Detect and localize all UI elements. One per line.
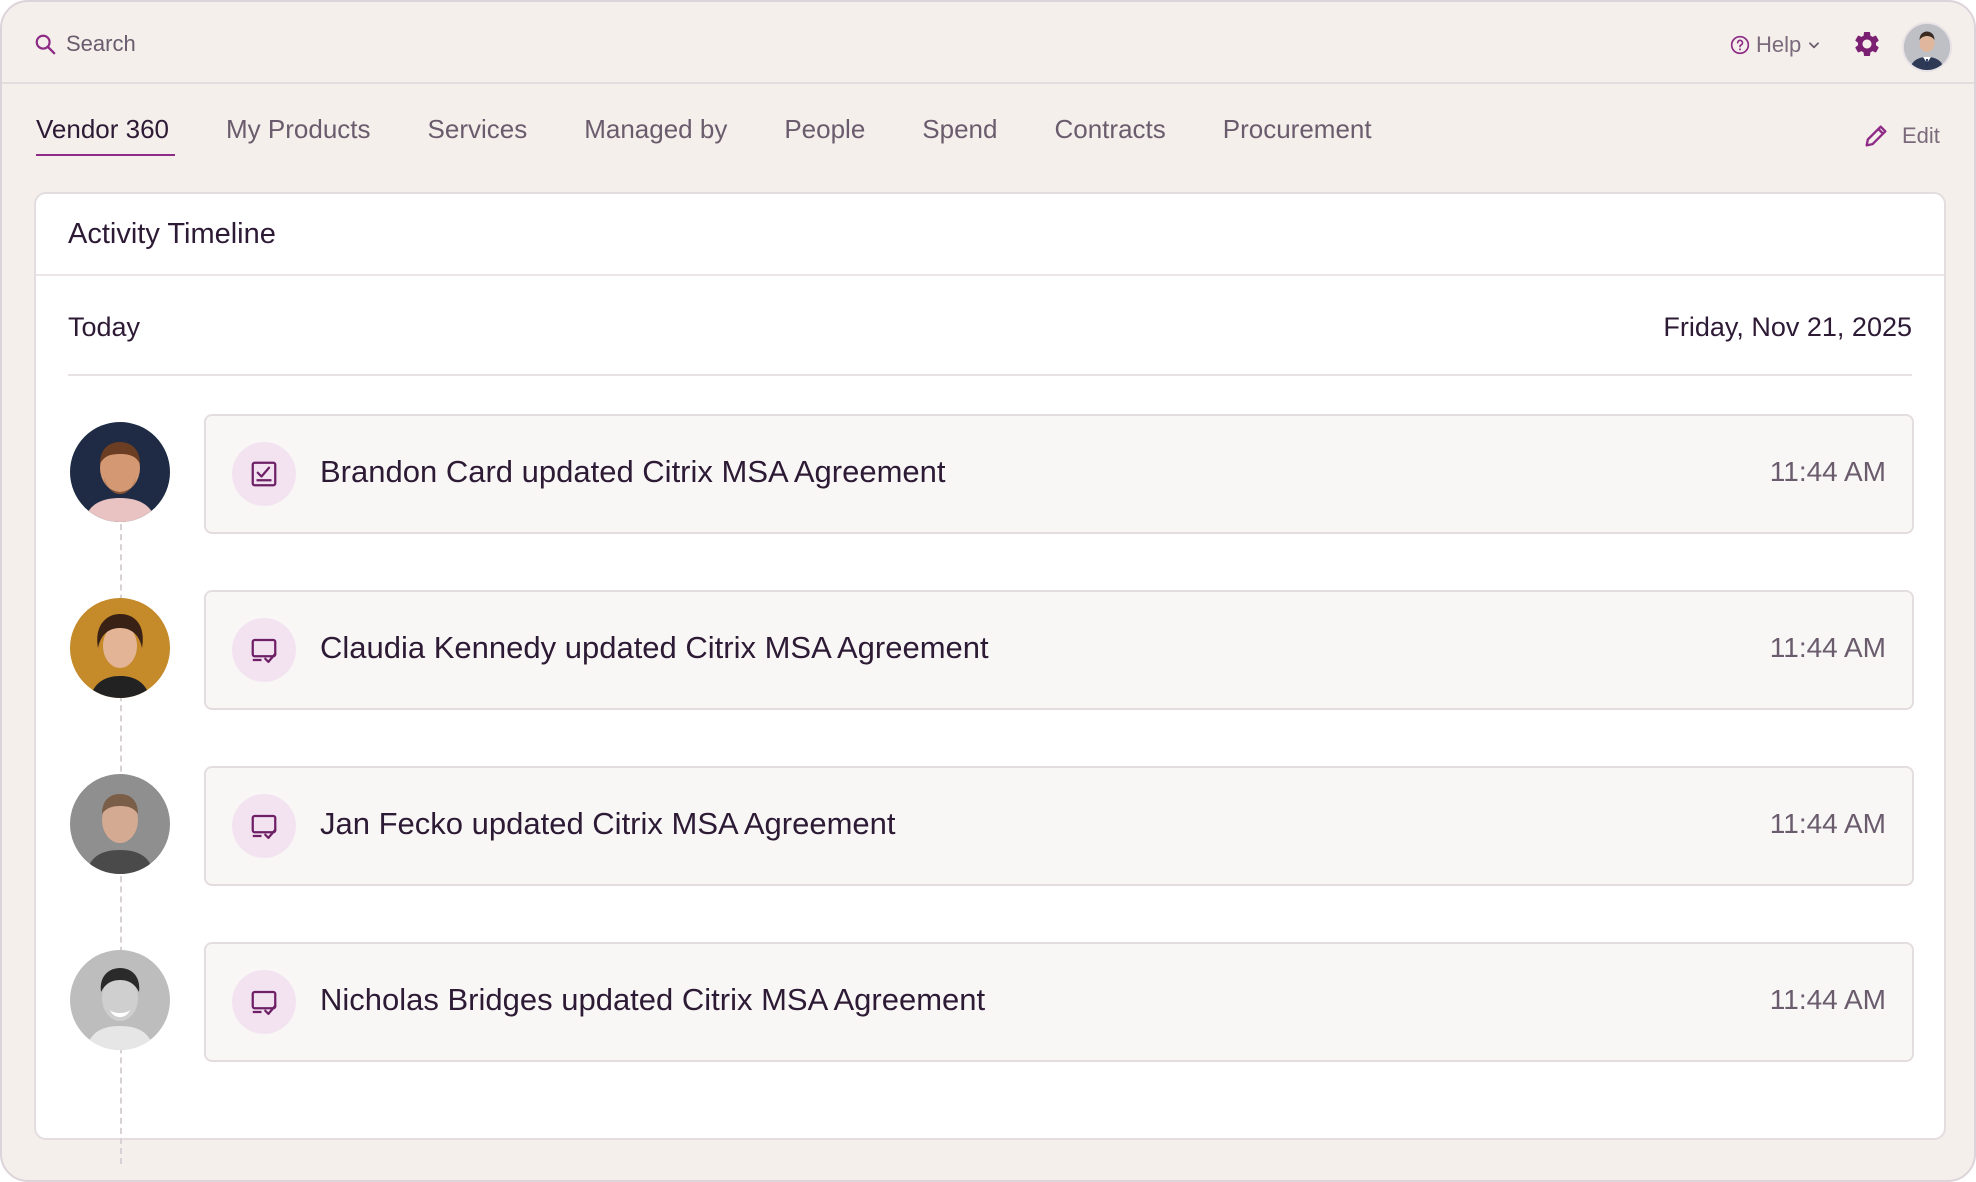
event-text: Claudia Kennedy updated Citrix MSA Agree… (320, 630, 989, 665)
avatar[interactable] (70, 950, 170, 1050)
checklist-icon (232, 442, 296, 506)
event-text: Brandon Card updated Citrix MSA Agreemen… (320, 454, 946, 489)
activity-event[interactable]: Jan Fecko updated Citrix MSA Agreement 1… (204, 766, 1914, 886)
tab-people[interactable]: People (784, 106, 865, 156)
tab-services[interactable]: Services (428, 106, 528, 156)
gear-icon[interactable] (1852, 29, 1882, 59)
user-portrait (1904, 24, 1950, 70)
event-text: Nicholas Bridges updated Citrix MSA Agre… (320, 982, 986, 1017)
event-text: Jan Fecko updated Citrix MSA Agreement (320, 806, 896, 841)
user-avatar[interactable] (1902, 22, 1952, 72)
help-circle-icon (1730, 35, 1750, 55)
avatar-portrait (70, 950, 170, 1050)
help-menu[interactable]: Help (1730, 30, 1821, 60)
avatar[interactable] (70, 598, 170, 698)
avatar-portrait (70, 422, 170, 522)
tab-vendor-360[interactable]: Vendor 360 (36, 106, 176, 156)
pencil-icon (1865, 125, 1887, 147)
timeline-item: Nicholas Bridges updated Citrix MSA Agre… (36, 942, 1944, 1064)
divider (68, 374, 1912, 376)
activity-timeline-card: Activity Timeline Today Friday, Nov 21, … (34, 192, 1946, 1164)
activity-event[interactable]: Brandon Card updated Citrix MSA Agreemen… (204, 414, 1914, 534)
document-check-icon (232, 618, 296, 682)
divider (36, 274, 1944, 276)
timeline-item: Brandon Card updated Citrix MSA Agreemen… (36, 414, 1944, 536)
tab-bar: Vendor 360 My Products Services Managed … (36, 106, 1429, 160)
edit-label: Edit (1902, 123, 1940, 148)
card-title: Activity Timeline (68, 218, 276, 250)
document-check-icon (232, 970, 296, 1034)
avatar[interactable] (70, 774, 170, 874)
event-time: 11:44 AM (1769, 456, 1886, 487)
search-input[interactable]: Search (66, 31, 136, 57)
tab-spend[interactable]: Spend (922, 106, 997, 156)
top-bar: Search Help (2, 2, 1974, 84)
tab-managed-by[interactable]: Managed by (584, 106, 727, 156)
search-icon (35, 34, 56, 55)
avatar-portrait (70, 774, 170, 874)
activity-event[interactable]: Nicholas Bridges updated Citrix MSA Agre… (204, 942, 1914, 1062)
edit-button[interactable]: Edit (1862, 120, 1940, 152)
timeline-item: Jan Fecko updated Citrix MSA Agreement 1… (36, 766, 1944, 888)
activity-event[interactable]: Claudia Kennedy updated Citrix MSA Agree… (204, 590, 1914, 710)
group-date: Friday, Nov 21, 2025 (1663, 312, 1912, 342)
event-time: 11:44 AM (1769, 984, 1886, 1015)
avatar-portrait (70, 598, 170, 698)
help-label: Help (1756, 32, 1802, 57)
group-label: Today (68, 312, 141, 342)
app-window: Search Help Vendor 360 My Products Servi… (0, 0, 1976, 1182)
event-time: 11:44 AM (1769, 808, 1886, 839)
tab-my-products[interactable]: My Products (226, 106, 371, 156)
document-check-icon (232, 794, 296, 858)
tab-contracts[interactable]: Contracts (1054, 106, 1165, 156)
tab-procurement[interactable]: Procurement (1223, 106, 1372, 156)
timeline-item: Claudia Kennedy updated Citrix MSA Agree… (36, 590, 1944, 712)
event-time: 11:44 AM (1769, 632, 1886, 663)
chevron-down-icon (1809, 42, 1820, 49)
avatar[interactable] (70, 422, 170, 522)
search-box[interactable]: Search (34, 26, 136, 62)
